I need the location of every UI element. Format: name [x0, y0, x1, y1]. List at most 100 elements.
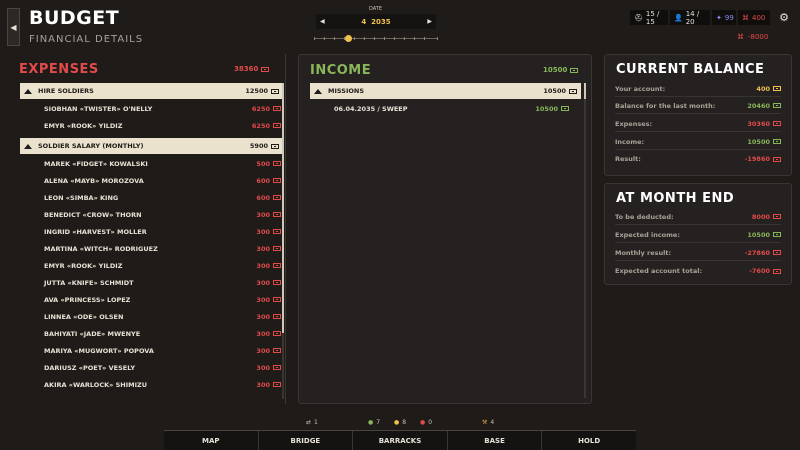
- currency-icon: [273, 348, 281, 353]
- currency-icon: [273, 106, 281, 111]
- page-title: BUDGET: [29, 7, 119, 29]
- currency-icon: [773, 86, 781, 91]
- wrench-icon: ⚒: [482, 419, 487, 426]
- currency-icon: [570, 68, 578, 73]
- barracks-badge-red: ●0: [420, 419, 432, 426]
- expenses-title: EXPENSES: [19, 62, 99, 77]
- list-item: BENEDICT «CROW» THORN300: [20, 206, 283, 223]
- arrows-icon: ⇄: [306, 419, 311, 426]
- currency-icon: [773, 121, 781, 126]
- currency-icon: [773, 269, 781, 274]
- timeline-slider[interactable]: [314, 38, 438, 40]
- month-end-row: Monthly result:-27860: [615, 245, 781, 261]
- list-item: AVA «PRINCESS» LOPEZ300: [20, 291, 283, 308]
- month-value: 4: [361, 18, 366, 26]
- list-item: LEON «SIMBA» KING600: [20, 189, 283, 206]
- intel-stat: ✦99: [712, 10, 736, 25]
- currency-icon: [273, 297, 281, 302]
- month-end-row: Expected income:10500: [615, 227, 781, 243]
- currency-icon: [273, 365, 281, 370]
- month-end-row: To be deducted:8000: [615, 209, 781, 225]
- currency-icon: [273, 314, 281, 319]
- base-badge: ⚒4: [482, 419, 494, 426]
- currency-icon: [271, 89, 279, 94]
- staff-stat: 👤14 / 20: [670, 10, 710, 25]
- list-item: BAHIYATI «JADE» MWENYE300: [20, 325, 283, 342]
- back-button[interactable]: ◀: [7, 8, 20, 46]
- currency-icon: [273, 212, 281, 217]
- income-list: MISSIONS 10500 06.04.2035 / SWEEP10500: [310, 83, 581, 383]
- list-item: LINNEA «ODE» OLSEN300: [20, 308, 283, 325]
- currency-icon: [273, 382, 281, 387]
- month-end-row: Expected account total:-7600: [615, 263, 781, 279]
- currency-icon: [261, 67, 269, 72]
- category-hire-soldiers[interactable]: HIRE SOLDIERS 12500: [20, 83, 283, 99]
- soldier-icon: ●: [420, 419, 425, 426]
- date-selector: ◀ 4 2035 ▶: [316, 14, 436, 29]
- soldier-icon: ●: [368, 419, 373, 426]
- barracks-badge-amber: ●8: [394, 419, 406, 426]
- tab-map[interactable]: MAP: [164, 431, 259, 450]
- tab-base[interactable]: BASE: [448, 431, 543, 450]
- expenses-scrollbar[interactable]: [282, 83, 284, 399]
- scroll-thumb[interactable]: [282, 83, 284, 333]
- barracks-badge-green: ●7: [368, 419, 380, 426]
- income-title: INCOME: [310, 63, 371, 78]
- category-missions[interactable]: MISSIONS 10500: [310, 83, 581, 99]
- helmet-icon: ⛑: [634, 14, 643, 22]
- scroll-thumb[interactable]: [584, 83, 586, 99]
- money-change: ⌘-8000: [737, 33, 768, 41]
- bridge-badge: ⇄1: [306, 419, 318, 426]
- expenses-list: HIRE SOLDIERS 12500 SIOBHAN «TWISTER» O'…: [20, 83, 283, 399]
- category-soldier-salary[interactable]: SOLDIER SALARY (MONTHLY) 5900: [20, 138, 283, 154]
- currency-icon: ⌘: [737, 33, 744, 41]
- list-item: MAREK «FIDGET» KOWALSKI500: [20, 155, 283, 172]
- soldiers-stat: ⛑15 / 15: [630, 10, 668, 25]
- page-subtitle: FINANCIAL DETAILS: [29, 34, 143, 45]
- list-item: JUTTA «KNIFE» SCHMIDT300: [20, 274, 283, 291]
- currency-icon: [273, 229, 281, 234]
- list-item: AKIRA «WARLOCK» SHIMIZU300: [20, 376, 283, 393]
- collapse-icon[interactable]: [24, 144, 32, 149]
- income-panel: INCOME 10500 MISSIONS 10500 06.04.2035 /…: [298, 54, 592, 404]
- balance-row: Balance for the last month:20460: [615, 98, 781, 114]
- collapse-icon[interactable]: [24, 89, 32, 94]
- next-month-button[interactable]: ▶: [427, 18, 432, 25]
- list-item: MARTINA «WITCH» RODRIGUEZ300: [20, 240, 283, 257]
- tab-hold[interactable]: HOLD: [542, 431, 636, 450]
- person-icon: 👤: [674, 14, 683, 22]
- currency-icon: [273, 161, 281, 166]
- balance-row: Income:10500: [615, 134, 781, 150]
- year-value: 2035: [371, 18, 390, 26]
- currency-icon: [561, 106, 569, 111]
- month-end-title: AT MONTH END: [616, 191, 734, 206]
- timeline-knob[interactable]: [345, 35, 352, 42]
- collapse-icon[interactable]: [314, 89, 322, 94]
- currency-icon: [773, 250, 781, 255]
- list-item: MARIYA «MUGWORT» POPOVA300: [20, 342, 283, 359]
- currency-icon: [773, 214, 781, 219]
- currency-icon: [773, 232, 781, 237]
- list-item: ALENA «MAYB» MOROZOVA600: [20, 172, 283, 189]
- tab-bridge[interactable]: BRIDGE: [259, 431, 354, 450]
- tab-barracks[interactable]: BARRACKS: [353, 431, 448, 450]
- gear-icon: ⚙: [779, 11, 789, 24]
- expenses-panel: EXPENSES 38360 HIRE SOLDIERS 12500 SIOBH…: [10, 54, 286, 404]
- currency-icon: [273, 280, 281, 285]
- list-item: INGRID «HARVEST» MOLLER300: [20, 223, 283, 240]
- date-label: DATE: [369, 6, 382, 12]
- income-total: 10500: [543, 66, 578, 74]
- current-date: 4 2035: [361, 18, 390, 26]
- income-scrollbar[interactable]: [584, 83, 586, 398]
- soldier-icon: ●: [394, 419, 399, 426]
- current-balance-panel: CURRENT BALANCE Your account:400 Balance…: [604, 54, 792, 176]
- currency-icon: [273, 246, 281, 251]
- prev-month-button[interactable]: ◀: [320, 18, 325, 25]
- currency-icon: [773, 139, 781, 144]
- balance-row: Your account:400: [615, 81, 781, 97]
- intel-icon: ✦: [716, 14, 722, 22]
- currency-icon: [273, 123, 281, 128]
- currency-icon: ⌘: [742, 14, 749, 22]
- settings-button[interactable]: ⚙: [776, 9, 792, 25]
- list-item: EMYR «ROOK» YILDIZ6250: [20, 117, 283, 134]
